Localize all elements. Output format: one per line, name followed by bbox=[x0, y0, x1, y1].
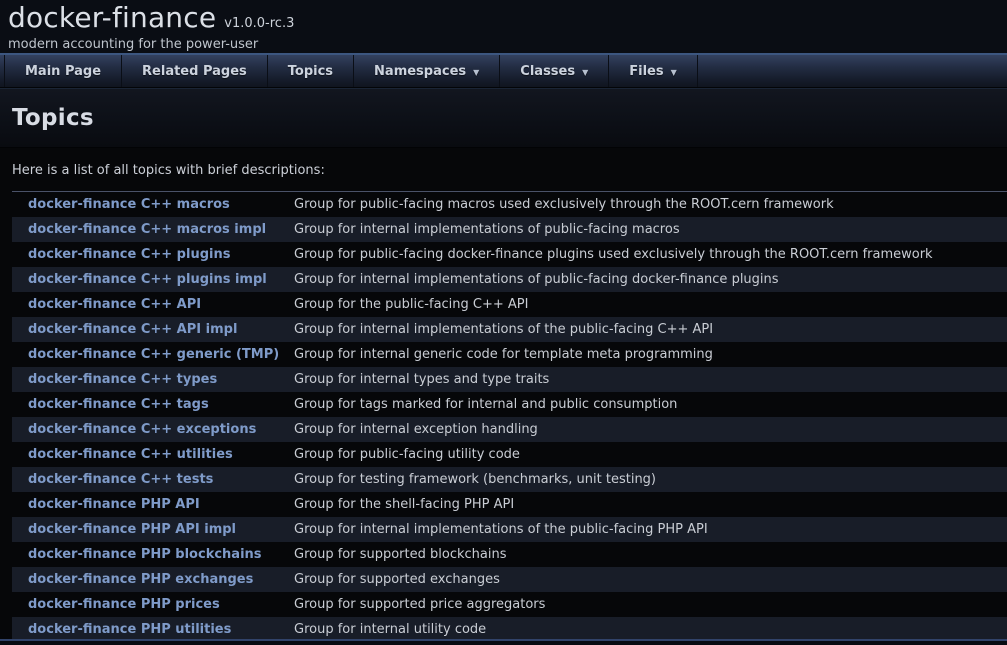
tab-main-page[interactable]: Main Page bbox=[4, 55, 122, 87]
table-row: docker-finance PHP API Group for the she… bbox=[12, 492, 1007, 517]
intro-text: Here is a list of all topics with brief … bbox=[0, 163, 1007, 178]
topic-description: Group for public-facing utility code bbox=[294, 447, 520, 462]
table-row: docker-finance C++ tests Group for testi… bbox=[12, 467, 1007, 492]
page-header: Topics bbox=[0, 88, 1007, 148]
chevron-down-icon: ▼ bbox=[473, 68, 479, 77]
topic-description: Group for supported blockchains bbox=[294, 547, 506, 562]
table-row: docker-finance PHP exchanges Group for s… bbox=[12, 567, 1007, 592]
tab-label: Topics bbox=[288, 64, 333, 79]
table-row: docker-finance C++ API impl Group for in… bbox=[12, 317, 1007, 342]
topic-link[interactable]: docker-finance C++ plugins impl bbox=[12, 272, 294, 287]
topic-description: Group for public-facing docker-finance p… bbox=[294, 247, 933, 262]
topic-link[interactable]: docker-finance PHP prices bbox=[12, 597, 294, 612]
table-row: docker-finance C++ utilities Group for p… bbox=[12, 442, 1007, 467]
table-row: docker-finance C++ API Group for the pub… bbox=[12, 292, 1007, 317]
table-row: docker-finance C++ types Group for inter… bbox=[12, 367, 1007, 392]
table-row: docker-finance C++ generic (TMP) Group f… bbox=[12, 342, 1007, 367]
table-row: docker-finance C++ macros impl Group for… bbox=[12, 217, 1007, 242]
tab-label: Namespaces bbox=[374, 64, 466, 79]
topic-description: Group for internal generic code for temp… bbox=[294, 347, 713, 362]
chevron-down-icon: ▼ bbox=[671, 68, 677, 77]
topic-link[interactable]: docker-finance C++ generic (TMP) bbox=[12, 347, 294, 362]
topic-description: Group for internal implementations of pu… bbox=[294, 272, 779, 287]
topic-description: Group for internal implementations of th… bbox=[294, 522, 708, 537]
topic-description: Group for internal implementations of th… bbox=[294, 322, 713, 337]
topic-description: Group for the shell-facing PHP API bbox=[294, 497, 514, 512]
project-name: docker-finance bbox=[8, 1, 216, 34]
title-area: docker-finance v1.0.0-rc.3 modern accoun… bbox=[0, 0, 1007, 53]
tab-topics[interactable]: Topics bbox=[268, 55, 354, 87]
topic-description: Group for testing framework (benchmarks,… bbox=[294, 472, 656, 487]
chevron-down-icon: ▼ bbox=[582, 68, 588, 77]
table-row: docker-finance C++ plugins Group for pub… bbox=[12, 242, 1007, 267]
topic-description: Group for internal exception handling bbox=[294, 422, 538, 437]
topic-link[interactable]: docker-finance C++ API impl bbox=[12, 322, 294, 337]
topic-link[interactable]: docker-finance PHP blockchains bbox=[12, 547, 294, 562]
topic-description: Group for supported price aggregators bbox=[294, 597, 545, 612]
tab-label: Related Pages bbox=[142, 64, 247, 79]
topic-link[interactable]: docker-finance C++ macros impl bbox=[12, 222, 294, 237]
topic-link[interactable]: docker-finance C++ API bbox=[12, 297, 294, 312]
table-row: docker-finance PHP blockchains Group for… bbox=[12, 542, 1007, 567]
topic-description: Group for internal utility code bbox=[294, 622, 486, 637]
topic-link[interactable]: docker-finance C++ plugins bbox=[12, 247, 294, 262]
tab-classes[interactable]: Classes ▼ bbox=[500, 55, 609, 87]
table-row: docker-finance PHP prices Group for supp… bbox=[12, 592, 1007, 617]
topic-link[interactable]: docker-finance PHP exchanges bbox=[12, 572, 294, 587]
tab-related-pages[interactable]: Related Pages bbox=[122, 55, 268, 87]
topic-link[interactable]: docker-finance C++ macros bbox=[12, 197, 294, 212]
topic-description: Group for the public-facing C++ API bbox=[294, 297, 528, 312]
table-row: docker-finance C++ exceptions Group for … bbox=[12, 417, 1007, 442]
contents: Here is a list of all topics with brief … bbox=[0, 148, 1007, 642]
topic-description: Group for internal types and type traits bbox=[294, 372, 549, 387]
table-row: docker-finance C++ plugins impl Group fo… bbox=[12, 267, 1007, 292]
tab-label: Classes bbox=[520, 64, 575, 79]
tab-files[interactable]: Files ▼ bbox=[609, 55, 698, 87]
topic-link[interactable]: docker-finance PHP API bbox=[12, 497, 294, 512]
topic-link[interactable]: docker-finance C++ exceptions bbox=[12, 422, 294, 437]
bottom-scroll-strip[interactable] bbox=[0, 639, 1007, 645]
main-nav-tabs: Main Page Related Pages Topics Namespace… bbox=[0, 53, 1007, 88]
topic-link[interactable]: docker-finance PHP utilities bbox=[12, 622, 294, 637]
topic-description: Group for public-facing macros used excl… bbox=[294, 197, 834, 212]
topic-link[interactable]: docker-finance C++ tags bbox=[12, 397, 294, 412]
topic-link[interactable]: docker-finance C++ types bbox=[12, 372, 294, 387]
tab-label: Files bbox=[629, 64, 663, 79]
topics-table: docker-finance C++ macros Group for publ… bbox=[12, 191, 1007, 642]
tab-namespaces[interactable]: Namespaces ▼ bbox=[354, 55, 500, 87]
topic-link[interactable]: docker-finance C++ utilities bbox=[12, 447, 294, 462]
topic-link[interactable]: docker-finance PHP API impl bbox=[12, 522, 294, 537]
project-version: v1.0.0-rc.3 bbox=[224, 16, 294, 31]
table-row: docker-finance C++ macros Group for publ… bbox=[12, 192, 1007, 217]
topic-link[interactable]: docker-finance C++ tests bbox=[12, 472, 294, 487]
tab-label: Main Page bbox=[25, 64, 101, 79]
table-row: docker-finance PHP API impl Group for in… bbox=[12, 517, 1007, 542]
project-brief: modern accounting for the power-user bbox=[8, 37, 1007, 52]
topic-description: Group for supported exchanges bbox=[294, 572, 500, 587]
topic-description: Group for tags marked for internal and p… bbox=[294, 397, 677, 412]
page-title: Topics bbox=[12, 105, 995, 131]
topic-description: Group for internal implementations of pu… bbox=[294, 222, 680, 237]
table-row: docker-finance C++ tags Group for tags m… bbox=[12, 392, 1007, 417]
